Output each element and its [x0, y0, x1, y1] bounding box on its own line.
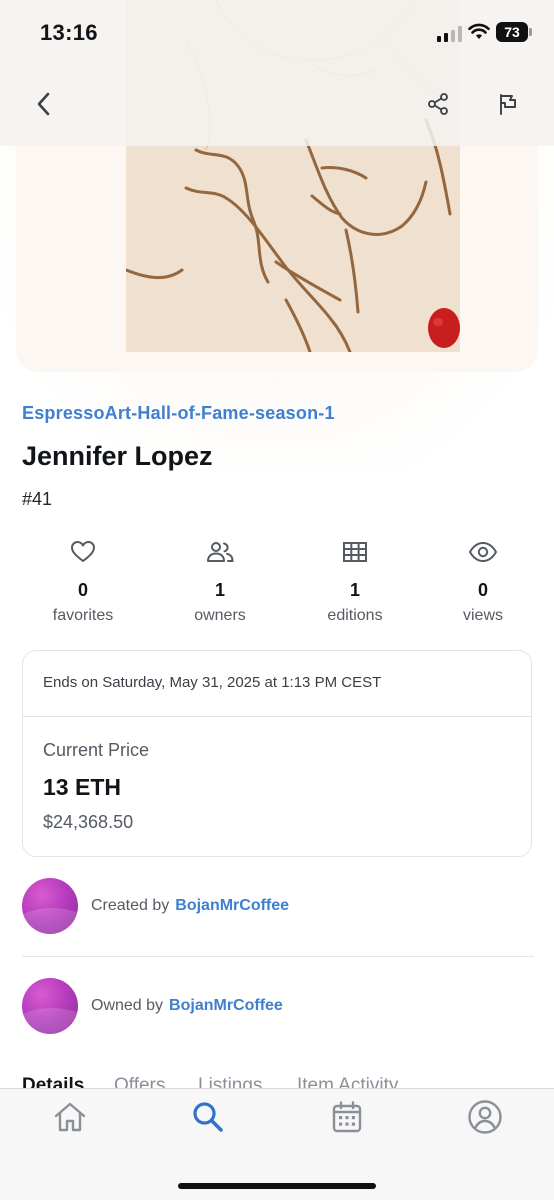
home-icon: [54, 1102, 86, 1132]
stat-editions[interactable]: 1 editions: [300, 538, 410, 625]
owner-avatar[interactable]: [22, 978, 78, 1034]
price-value: 13 ETH: [43, 774, 121, 800]
token-id: #41: [22, 489, 53, 509]
price-fiat-value: $24,368.50: [43, 812, 134, 832]
signal-icon: [437, 26, 462, 42]
share-button[interactable]: [420, 86, 456, 122]
report-button[interactable]: [490, 86, 526, 122]
stat-views[interactable]: 0 views: [428, 538, 538, 625]
profile-icon: [468, 1100, 502, 1134]
created-by-label: Created by: [91, 897, 170, 914]
nav-home[interactable]: [48, 1097, 92, 1137]
creator-name-link[interactable]: BojanMrCoffee: [175, 897, 289, 914]
nav-calendar[interactable]: [325, 1097, 369, 1137]
people-icon: [207, 542, 234, 562]
divider: [23, 716, 531, 717]
stat-label: views: [462, 607, 503, 624]
wifi-icon: [468, 23, 490, 39]
nav-profile[interactable]: [463, 1097, 507, 1137]
stat-label: editions: [327, 607, 383, 624]
stat-label: favorites: [52, 607, 114, 624]
collection-link[interactable]: EspressoArt-Hall-of-Fame-season-1: [22, 403, 335, 424]
owned-by-row: Owned by BojanMrCoffee: [91, 997, 283, 1015]
tab-item-activity[interactable]: Item Activity: [297, 1075, 398, 1089]
divider: [22, 956, 534, 957]
sale-end-time: Ends on Saturday, May 31, 2025 at 1:13 P…: [43, 674, 382, 691]
search-icon: [193, 1102, 223, 1132]
created-by-row: Created by BojanMrCoffee: [91, 897, 289, 915]
back-button[interactable]: [26, 86, 62, 122]
chevron-left-icon: [37, 92, 50, 116]
stat-favorites[interactable]: 0 favorites: [28, 538, 138, 625]
detail-tabs: Details Offers Listings Item Activity: [22, 1075, 542, 1089]
top-bar: 13:16 73: [0, 0, 554, 146]
owner-name-link[interactable]: BojanMrCoffee: [169, 997, 283, 1014]
price-label: Current Price: [43, 740, 150, 760]
creator-avatar[interactable]: [22, 878, 78, 934]
stat-value: 0: [477, 580, 488, 600]
stat-value: 1: [214, 580, 225, 600]
stat-owners[interactable]: 1 owners: [165, 538, 275, 625]
battery-level: 73: [496, 22, 528, 42]
calendar-icon: [332, 1101, 362, 1133]
stat-value: 0: [77, 580, 88, 600]
home-indicator: [178, 1183, 376, 1189]
nav-search[interactable]: [186, 1097, 230, 1137]
grid-icon: [343, 542, 367, 562]
flag-icon: [500, 94, 516, 115]
tab-offers[interactable]: Offers: [114, 1075, 165, 1089]
status-time: 13:16: [40, 20, 98, 45]
tab-listings[interactable]: Listings: [198, 1075, 262, 1089]
stat-value: 1: [349, 580, 360, 600]
eye-icon: [469, 542, 497, 562]
heart-icon: [71, 541, 95, 562]
price-card: Ends on Saturday, May 31, 2025 at 1:13 P…: [22, 650, 532, 857]
tab-details[interactable]: Details: [22, 1075, 84, 1089]
stat-label: owners: [194, 607, 246, 624]
battery-icon: 73: [496, 22, 532, 42]
share-icon: [428, 93, 448, 115]
item-title: Jennifer Lopez: [22, 441, 213, 471]
owned-by-label: Owned by: [91, 997, 164, 1014]
